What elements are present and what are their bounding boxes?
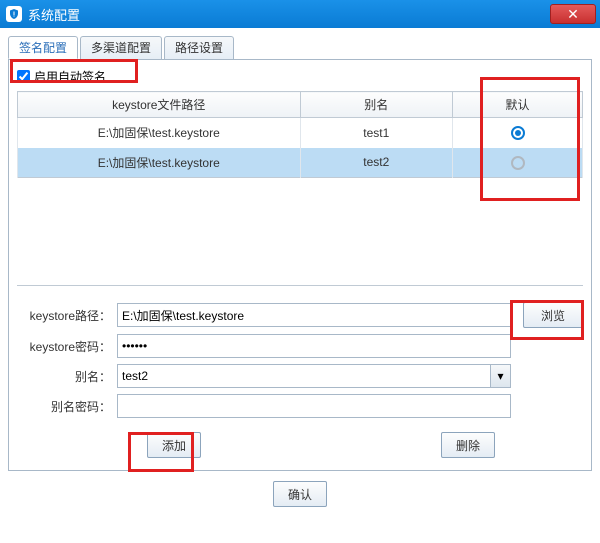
add-button[interactable]: 添加: [147, 432, 201, 458]
keystore-path-input[interactable]: [117, 303, 511, 327]
alias-password-label: 别名密码：: [17, 398, 117, 415]
cell-path: E:\加固保\test.keystore: [18, 118, 301, 148]
col-alias: 别名: [300, 92, 453, 118]
cell-alias: test2: [300, 148, 453, 178]
tab-panel: 启用自动签名 keystore文件路径 别名 默认 E:\加固保\test: [8, 60, 592, 471]
radio-default-icon[interactable]: [511, 126, 525, 140]
auto-sign-checkbox-wrap[interactable]: 启用自动签名: [17, 68, 106, 85]
tab-bar: 签名配置 多渠道配置 路径设置: [8, 36, 592, 60]
keystore-path-label: keystore路径：: [17, 307, 117, 324]
alias-select[interactable]: test2 ▾: [117, 364, 511, 388]
close-button[interactable]: ✕: [550, 4, 596, 24]
keystore-password-label: keystore密码：: [17, 338, 117, 355]
cell-path: E:\加固保\test.keystore: [18, 148, 301, 178]
tab-path-settings[interactable]: 路径设置: [164, 36, 234, 59]
table-row[interactable]: E:\加固保\test.keystore test1: [18, 118, 583, 148]
table-row[interactable]: E:\加固保\test.keystore test2: [18, 148, 583, 178]
chevron-down-icon: ▾: [497, 369, 503, 383]
col-default: 默认: [453, 92, 583, 118]
app-shield-icon: [6, 6, 22, 22]
alias-password-input[interactable]: [117, 394, 511, 418]
dropdown-button[interactable]: ▾: [490, 365, 510, 387]
alias-label: 别名：: [17, 368, 117, 385]
cell-default[interactable]: [453, 118, 583, 148]
window-title: 系统配置: [28, 5, 550, 24]
auto-sign-label: 启用自动签名: [34, 68, 106, 85]
keystore-table: keystore文件路径 别名 默认 E:\加固保\test.keystore …: [17, 91, 583, 178]
titlebar: 系统配置 ✕: [0, 0, 600, 28]
keystore-table-wrap: keystore文件路径 别名 默认 E:\加固保\test.keystore …: [17, 91, 583, 286]
keystore-password-input[interactable]: [117, 334, 511, 358]
delete-button[interactable]: 删除: [441, 432, 495, 458]
cell-alias: test1: [300, 118, 453, 148]
alias-select-value: test2: [118, 369, 490, 383]
close-icon: ✕: [567, 7, 579, 21]
tab-multichannel-config[interactable]: 多渠道配置: [80, 36, 162, 59]
tab-sign-config[interactable]: 签名配置: [8, 36, 78, 59]
confirm-button[interactable]: 确认: [273, 481, 327, 507]
radio-default-icon[interactable]: [511, 156, 525, 170]
auto-sign-checkbox[interactable]: [17, 70, 30, 83]
cell-default[interactable]: [453, 148, 583, 178]
col-path: keystore文件路径: [18, 92, 301, 118]
browse-button[interactable]: 浏览: [523, 302, 583, 328]
